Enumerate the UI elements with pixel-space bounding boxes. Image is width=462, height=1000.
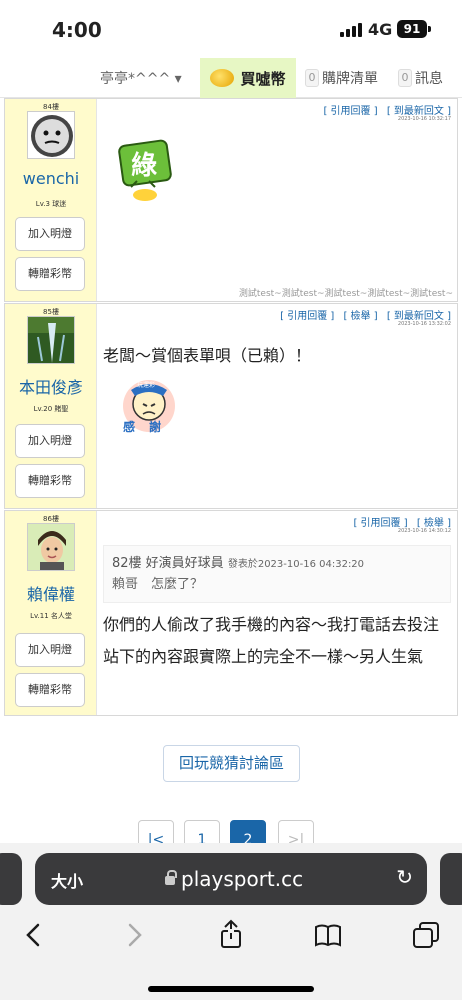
messages-count-badge: 0 [398, 69, 412, 87]
messages-link[interactable]: 0 訊息 [398, 68, 443, 88]
network-label: 4G [368, 20, 393, 39]
sticker-hat-text: 玩運彩 [137, 382, 156, 389]
back-to-forum-button[interactable]: 回玩競猜討論區 [163, 745, 300, 782]
quote-time: 發表於2023-10-16 04:32:20 [227, 559, 365, 570]
browser-nav [0, 915, 462, 955]
report-link[interactable]: [ 檢舉 ] [343, 311, 377, 322]
tickets-label: 購牌清單 [322, 71, 378, 87]
post-text: 你們的人偷改了我手機的內容～我打電話去投注站下的內容跟實際上的完全不一樣～另人生… [103, 615, 440, 666]
post-timestamp: 2023-10-16 10:32:17 [397, 116, 451, 122]
post-author-panel: 86樓 賴偉權 Lv.11 名人堂 加入明燈 轉贈彩幣 [5, 511, 97, 715]
sticker-text: 綠 [131, 151, 158, 181]
avatar[interactable] [27, 316, 75, 364]
author-level: Lv.11 名人堂 [30, 612, 72, 620]
sticker-caption: 感謝 [123, 420, 176, 434]
chevron-right-icon[interactable] [114, 915, 154, 955]
author-name[interactable]: 本田俊彥 [5, 374, 97, 398]
post-actions: [ 引用回覆 ] [ 檢舉 ] [347, 514, 451, 529]
post-84: 84樓 wenchi Lv.3 球迷 加入明燈 轉贈彩幣 [ 引用回覆 ] [ … [4, 98, 458, 302]
quote-reply-link[interactable]: [ 引用回覆 ] [280, 311, 334, 322]
address-bar[interactable]: 大小 playsport.cc ↻ [35, 853, 427, 905]
battery-icon: 91 [397, 20, 427, 38]
author-level: Lv.20 賭聖 [33, 405, 69, 413]
home-indicator [148, 986, 314, 992]
add-light-button[interactable]: 加入明燈 [15, 633, 85, 667]
share-icon[interactable] [211, 915, 251, 955]
user-menu[interactable]: 亭亭*^^^ ▾ [100, 68, 182, 88]
tickets-link[interactable]: 0 購牌清單 [305, 68, 378, 88]
post-timestamp: 2023-10-16 13:32:02 [397, 321, 451, 327]
author-name[interactable]: wenchi [5, 169, 97, 188]
post-actions: [ 引用回覆 ] [ 檢舉 ] [ 到最新回文 ] [274, 307, 451, 322]
url-text: playsport.cc [181, 867, 304, 891]
lock-icon [165, 870, 177, 885]
post-author-panel: 84樓 wenchi Lv.3 球迷 加入明燈 轉贈彩幣 [5, 99, 97, 301]
signal-icon [340, 23, 362, 37]
author-name[interactable]: 賴偉權 [5, 581, 97, 605]
book-icon[interactable] [308, 915, 348, 955]
tickets-count-badge: 0 [305, 69, 319, 87]
messages-label: 訊息 [415, 71, 443, 87]
coin-icon [210, 69, 235, 87]
signature: 測試test~測試test~測試test~測試test~測試test~ [238, 289, 453, 299]
buy-coins-label: 買噓幣 [240, 69, 286, 88]
previous-tab-preview[interactable] [0, 853, 22, 905]
gift-coins-button[interactable]: 轉贈彩幣 [15, 464, 85, 498]
chevron-left-icon[interactable] [14, 915, 54, 955]
add-light-button[interactable]: 加入明燈 [15, 217, 85, 251]
top-nav: 亭亭*^^^ ▾ 買噓幣 0 購牌清單 0 訊息 [0, 58, 462, 98]
author-level: Lv.3 球迷 [35, 200, 67, 208]
thanks-sticker: 玩運彩 感謝 [117, 374, 181, 438]
quote-header: 82樓 好演員好球員 發表於2023-10-16 04:32:20 [112, 552, 442, 571]
tabs-icon[interactable] [406, 915, 446, 955]
browser-toolbar: 大小 playsport.cc ↻ [0, 843, 462, 1000]
url-display[interactable]: playsport.cc [165, 867, 303, 891]
post-author-panel: 85樓 本田俊彥 Lv.20 賭聖 加入明燈 轉贈彩幣 [5, 304, 97, 508]
quote-author: 82樓 好演員好球員 [112, 556, 224, 571]
text-size-button[interactable]: 大小 [51, 868, 83, 892]
post-timestamp: 2023-10-16 14:30:12 [397, 528, 451, 534]
status-bar: 4:00 4G 91 [0, 0, 462, 58]
post-text: 老闆～賞個表單唄（已賴）！ [103, 346, 312, 365]
gift-coins-button[interactable]: 轉贈彩幣 [15, 257, 85, 291]
green-sticker: 綠 [115, 137, 179, 203]
post-actions: [ 引用回覆 ] [ 到最新回文 ] [317, 102, 451, 117]
battery-tip [428, 26, 431, 32]
post-85: 85樓 本田俊彥 Lv.20 賭聖 加入明燈 轉贈彩幣 [ 引用回覆 ] [ 檢… [4, 303, 458, 509]
avatar[interactable] [27, 111, 75, 159]
quote-body: 賴哥 怎麼了？ [112, 577, 204, 592]
reload-icon[interactable]: ↻ [396, 865, 413, 889]
gift-coins-button[interactable]: 轉贈彩幣 [15, 673, 85, 707]
quoted-post: 82樓 好演員好球員 發表於2023-10-16 04:32:20 賴哥 怎麼了… [103, 545, 451, 603]
next-tab-preview[interactable] [440, 853, 462, 905]
post-86: 86樓 賴偉權 Lv.11 名人堂 加入明燈 轉贈彩幣 [ 引用回覆 ] [ 檢… [4, 510, 458, 716]
quote-reply-link[interactable]: [ 引用回覆 ] [323, 106, 377, 117]
clock: 4:00 [52, 18, 102, 42]
add-light-button[interactable]: 加入明燈 [15, 424, 85, 458]
buy-coins-button[interactable]: 買噓幣 [200, 58, 296, 98]
avatar[interactable] [27, 523, 75, 571]
